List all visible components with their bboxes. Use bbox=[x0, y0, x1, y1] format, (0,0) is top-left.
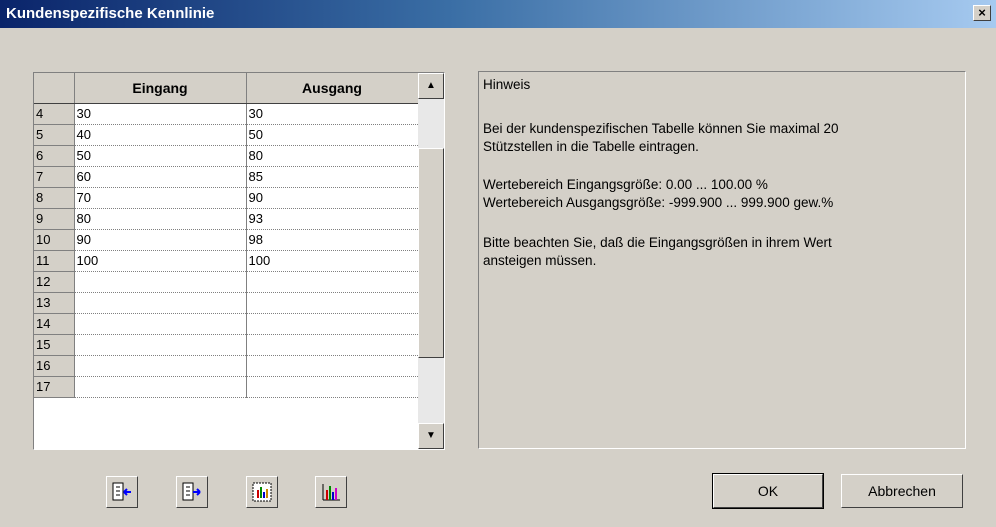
close-icon: × bbox=[978, 5, 986, 20]
row-number: 8 bbox=[34, 187, 75, 209]
table-row[interactable]: 13 bbox=[34, 292, 419, 314]
cell-ausgang[interactable] bbox=[246, 355, 419, 377]
row-number: 12 bbox=[34, 271, 75, 293]
data-grid[interactable]: Eingang Ausgang 4 30 30 5 40 50 6 50 80 7 60 85 8 70 9… bbox=[33, 72, 445, 450]
chart-view-button[interactable] bbox=[246, 476, 278, 508]
export-icon bbox=[182, 482, 201, 501]
scroll-up-button[interactable]: ▲ bbox=[418, 73, 444, 99]
cell-ausgang[interactable] bbox=[246, 334, 419, 356]
table-row[interactable]: 14 bbox=[34, 313, 419, 335]
cell-eingang[interactable]: 50 bbox=[74, 145, 247, 167]
row-number: 15 bbox=[34, 334, 75, 356]
cell-ausgang[interactable]: 98 bbox=[246, 229, 419, 251]
cell-eingang[interactable] bbox=[74, 313, 247, 335]
hint-heading: Hinweis bbox=[483, 77, 531, 92]
cancel-button[interactable]: Abbrechen bbox=[841, 474, 963, 508]
cell-eingang[interactable] bbox=[74, 292, 247, 314]
cell-ausgang[interactable] bbox=[246, 292, 419, 314]
cell-eingang[interactable] bbox=[74, 355, 247, 377]
hint-line-2: Stützstellen in die Tabelle eintragen. bbox=[483, 139, 699, 154]
table-row[interactable]: 8 70 90 bbox=[34, 187, 419, 209]
row-number: 16 bbox=[34, 355, 75, 377]
cell-eingang[interactable] bbox=[74, 271, 247, 293]
close-button[interactable]: × bbox=[973, 5, 991, 21]
corner-cell bbox=[34, 73, 75, 104]
points-table: Eingang Ausgang 4 30 30 5 40 50 6 50 80 7 60 85 8 70 9… bbox=[34, 73, 419, 398]
hint-line-6: ansteigen müssen. bbox=[483, 253, 597, 268]
cell-ausgang[interactable]: 30 bbox=[246, 103, 419, 125]
row-number: 14 bbox=[34, 313, 75, 335]
cell-ausgang[interactable]: 50 bbox=[246, 124, 419, 146]
row-number: 7 bbox=[34, 166, 75, 188]
table-row[interactable]: 6 50 80 bbox=[34, 145, 419, 167]
hint-line-4: Wertebereich Ausgangsgröße: -999.900 ...… bbox=[483, 195, 834, 210]
cell-eingang[interactable]: 90 bbox=[74, 229, 247, 251]
column-header-ausgang[interactable]: Ausgang bbox=[246, 73, 419, 104]
row-number: 17 bbox=[34, 376, 75, 398]
hint-line-5: Bitte beachten Sie, daß die Eingangsgröß… bbox=[483, 235, 832, 250]
window-title: Kundenspezifische Kennlinie bbox=[6, 5, 215, 22]
title-bar: Kundenspezifische Kennlinie × bbox=[0, 0, 996, 28]
arrow-up-icon: ▲ bbox=[426, 80, 436, 91]
cell-ausgang[interactable] bbox=[246, 271, 419, 293]
hint-panel: Hinweis Bei der kundenspezifischen Tabel… bbox=[478, 71, 966, 449]
cell-ausgang[interactable] bbox=[246, 376, 419, 398]
table-row[interactable]: 4 30 30 bbox=[34, 103, 419, 125]
cell-eingang[interactable]: 40 bbox=[74, 124, 247, 146]
table-row[interactable]: 7 60 85 bbox=[34, 166, 419, 188]
cell-eingang[interactable]: 100 bbox=[74, 250, 247, 272]
row-number: 9 bbox=[34, 208, 75, 230]
bar-chart-button[interactable] bbox=[315, 476, 347, 508]
row-number: 4 bbox=[34, 103, 75, 125]
row-number: 10 bbox=[34, 229, 75, 251]
row-number: 11 bbox=[34, 250, 75, 272]
chart-view-icon bbox=[252, 482, 272, 502]
row-number: 5 bbox=[34, 124, 75, 146]
table-row[interactable]: 11 100 100 bbox=[34, 250, 419, 272]
cell-eingang[interactable] bbox=[74, 376, 247, 398]
arrow-down-icon: ▼ bbox=[426, 430, 436, 441]
scroll-thumb[interactable] bbox=[418, 148, 444, 358]
cell-ausgang[interactable] bbox=[246, 313, 419, 335]
cell-ausgang[interactable]: 85 bbox=[246, 166, 419, 188]
table-row[interactable]: 9 80 93 bbox=[34, 208, 419, 230]
cell-ausgang[interactable]: 80 bbox=[246, 145, 419, 167]
table-header: Eingang Ausgang bbox=[34, 73, 419, 104]
cell-eingang[interactable]: 60 bbox=[74, 166, 247, 188]
export-button[interactable] bbox=[176, 476, 208, 508]
table-row[interactable]: 15 bbox=[34, 334, 419, 356]
cell-ausgang[interactable]: 90 bbox=[246, 187, 419, 209]
scroll-down-button[interactable]: ▼ bbox=[418, 423, 444, 449]
table-row[interactable]: 12 bbox=[34, 271, 419, 293]
import-icon bbox=[112, 482, 131, 501]
cell-eingang[interactable] bbox=[74, 334, 247, 356]
table-row[interactable]: 16 bbox=[34, 355, 419, 377]
column-header-eingang[interactable]: Eingang bbox=[74, 73, 247, 104]
bar-chart-icon bbox=[322, 484, 340, 501]
cell-eingang[interactable]: 80 bbox=[74, 208, 247, 230]
vertical-scrollbar[interactable]: ▲ ▼ bbox=[418, 73, 444, 449]
cell-eingang[interactable]: 30 bbox=[74, 103, 247, 125]
cell-ausgang[interactable]: 100 bbox=[246, 250, 419, 272]
ok-button[interactable]: OK bbox=[712, 473, 824, 509]
hint-line-1: Bei der kundenspezifischen Tabelle könne… bbox=[483, 121, 839, 136]
table-row[interactable]: 5 40 50 bbox=[34, 124, 419, 146]
import-button[interactable] bbox=[106, 476, 138, 508]
table-row[interactable]: 17 bbox=[34, 376, 419, 398]
cell-eingang[interactable]: 70 bbox=[74, 187, 247, 209]
table-row[interactable]: 10 90 98 bbox=[34, 229, 419, 251]
cell-ausgang[interactable]: 93 bbox=[246, 208, 419, 230]
row-number: 6 bbox=[34, 145, 75, 167]
row-number: 13 bbox=[34, 292, 75, 314]
hint-line-3: Wertebereich Eingangsgröße: 0.00 ... 100… bbox=[483, 177, 768, 192]
